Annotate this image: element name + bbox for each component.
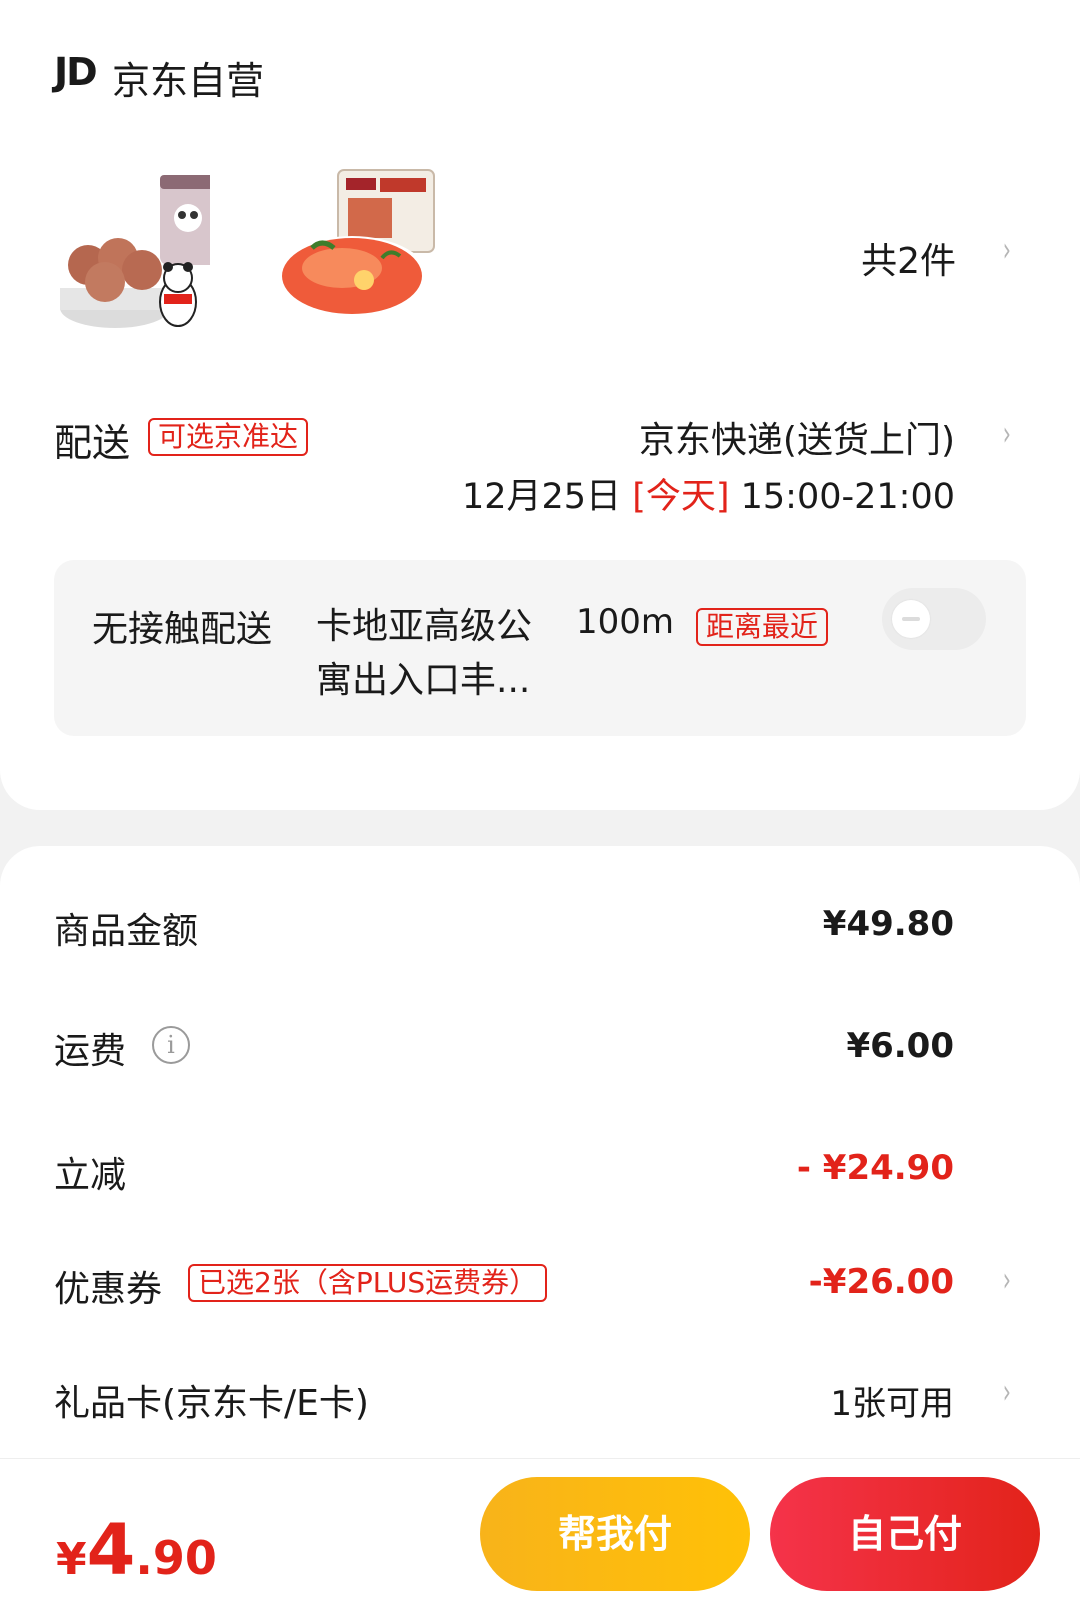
panda-cookie-jar-product-image xyxy=(60,175,220,328)
shipping-fee-value: ¥6.00 xyxy=(846,1026,954,1066)
delivery-date: 12月25日 xyxy=(461,477,622,517)
nearest-tag: 距离最近 xyxy=(696,608,829,646)
jzd-option-tag[interactable]: 可选京准达 xyxy=(148,418,309,456)
pay-myself-button[interactable]: 自己付 xyxy=(770,1477,1040,1591)
order-card: JD 京东自营 共2件 › 配送 可选京准达 京东快递(送货上门) › 12月2… xyxy=(0,0,1080,810)
delivery-label: 配送 xyxy=(54,421,131,465)
giftcard-label: 礼品卡(京东卡/E卡) xyxy=(54,1383,369,1424)
total-decimal: .90 xyxy=(135,1531,217,1585)
contactless-delivery-box: 无接触配送 卡地亚高级公寓出入口丰... 100m 距离最近 xyxy=(54,560,1026,736)
bottom-pay-bar: ¥4.90 帮我付 自己付 xyxy=(0,1458,1080,1607)
product-thumbnail[interactable] xyxy=(60,170,220,340)
coupon-selected-tag[interactable]: 已选2张（含PLUS运费券） xyxy=(188,1264,548,1302)
instant-discount-label: 立减 xyxy=(54,1155,127,1196)
giftcard-value[interactable]: 1张可用 xyxy=(830,1376,954,1425)
contactless-toggle[interactable] xyxy=(882,588,986,650)
help-me-pay-button[interactable]: 帮我付 xyxy=(480,1477,750,1591)
store-name: 京东自营 xyxy=(112,59,265,103)
delivery-time[interactable]: 12月25日 [今天] 15:00-21:00 xyxy=(462,468,955,519)
pickup-address: 卡地亚高级公寓出入口丰... xyxy=(316,606,533,701)
coupon-label: 优惠券 xyxy=(54,1269,163,1310)
shipping-fee-label: 运费 xyxy=(54,1031,127,1072)
toggle-knob xyxy=(892,600,930,638)
chevron-right-icon[interactable]: › xyxy=(1003,230,1011,270)
contactless-title: 无接触配送 xyxy=(92,609,273,650)
delivery-window: 15:00-21:00 xyxy=(740,477,955,517)
subtotal-value: ¥49.80 xyxy=(822,904,954,944)
instant-discount-value: - ¥24.90 xyxy=(796,1148,954,1188)
price-summary-card: 商品金额 ¥49.80 运费 i ¥6.00 立减 - ¥24.90 优惠券 已… xyxy=(0,846,1080,1486)
jd-logo: JD xyxy=(54,50,98,94)
coupon-value[interactable]: -¥26.00 xyxy=(809,1262,954,1302)
pickup-distance: 100m xyxy=(576,602,675,642)
item-count[interactable]: 共2件 xyxy=(861,232,956,284)
total-price: ¥4.90 xyxy=(56,1509,217,1591)
total-integer: 4 xyxy=(86,1509,136,1591)
delivery-day: [今天] xyxy=(632,477,730,517)
currency-symbol: ¥ xyxy=(56,1534,87,1585)
noodle-dish-product-image xyxy=(274,169,435,324)
shipping-method[interactable]: 京东快递(送货上门) xyxy=(639,411,955,463)
subtotal-label: 商品金额 xyxy=(54,911,199,952)
chevron-right-icon[interactable]: › xyxy=(1003,414,1011,454)
info-icon[interactable]: i xyxy=(152,1026,190,1064)
chevron-right-icon[interactable]: › xyxy=(1003,1372,1011,1412)
chevron-right-icon[interactable]: › xyxy=(1003,1260,1011,1300)
product-thumbnail[interactable] xyxy=(272,168,435,338)
